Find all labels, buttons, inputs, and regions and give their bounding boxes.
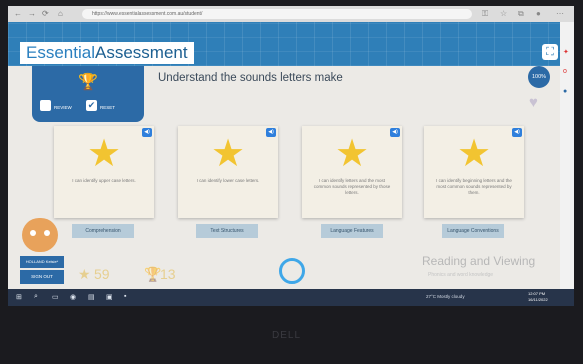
- address-bar[interactable]: https://www.essentialassessment.com.au/s…: [82, 9, 472, 19]
- menu-icon[interactable]: ⋯: [556, 9, 564, 18]
- star-icon: ★: [456, 133, 492, 175]
- logo-text-second: Assessment: [94, 43, 188, 62]
- trophy-icon: 🏆: [78, 74, 98, 91]
- review-label: REVIEW: [54, 105, 72, 110]
- skill-card[interactable]: ◀) ★ I can identify lower case letters.: [178, 126, 278, 218]
- reset-label: RESET: [100, 105, 116, 110]
- star-icon: ★: [210, 133, 246, 175]
- review-checkbox[interactable]: [40, 100, 51, 111]
- strand-tag: Text Structures: [196, 224, 258, 238]
- star-icon: ★: [86, 133, 122, 175]
- home-button[interactable]: ⌂: [58, 9, 63, 18]
- progress-badge: 100%: [528, 66, 550, 88]
- skill-card[interactable]: ◀) ★ I can identify letters and the most…: [302, 126, 402, 218]
- bookmark-star-icon[interactable]: ☆: [500, 9, 507, 18]
- fullscreen-icon[interactable]: ⛶: [542, 44, 558, 60]
- star-count-icon: ★: [78, 266, 91, 282]
- section-title: Reading and Viewing: [422, 254, 536, 268]
- app-header: EssentialAssessment ⛶: [8, 22, 560, 66]
- logo-text-first: Essential: [26, 43, 95, 62]
- strand-tag: Language Features: [321, 224, 383, 238]
- strand-tag: Comprehension: [72, 224, 134, 238]
- trophy-count-icon: 🏆: [144, 266, 162, 282]
- extensions-icon[interactable]: ⧉: [518, 9, 524, 19]
- essential-assessment-logo[interactable]: EssentialAssessment: [20, 42, 194, 64]
- windows-taskbar: ⊞ ⌕ ▭ ◉ ▤ ▣ ▪ 27°C Mostly cloudy 12:07 P…: [8, 289, 574, 306]
- clock-date: 16/11/2022: [528, 297, 548, 302]
- trophy-panel: 🏆 REVIEW ✔ RESET: [32, 66, 144, 122]
- task-view-icon[interactable]: ▭: [52, 293, 59, 301]
- card-description: I can identify letters and the most comm…: [313, 178, 391, 195]
- sign-out-button[interactable]: SIGN OUT: [20, 270, 64, 284]
- card-description: I can identify beginning letters and the…: [436, 178, 512, 195]
- mascot-avatar: [22, 218, 58, 252]
- browser-toolbar: ← → ⟳ ⌂ https://www.essentialassessment.…: [8, 6, 574, 22]
- section-subtitle: Phonics and word knowledge: [428, 272, 494, 278]
- heart-icon[interactable]: ♥: [529, 94, 538, 111]
- loading-ring-icon: [279, 258, 305, 284]
- key-icon[interactable]: ⚿: [482, 9, 488, 19]
- star-icon: ★: [334, 133, 370, 175]
- star-count: 59: [94, 266, 110, 282]
- skill-card[interactable]: ◀) ★ I can identify beginning letters an…: [424, 126, 524, 218]
- browser-sidebar: ✦ o ●: [560, 22, 574, 306]
- dell-logo: DELL: [272, 330, 302, 341]
- card-description: I can identify upper case letters.: [72, 178, 136, 183]
- store-icon[interactable]: ▣: [106, 293, 113, 301]
- user-name-badge: HOLLAND Kelsie*: [20, 256, 64, 268]
- page-title: Understand the sounds letters make: [158, 72, 343, 84]
- trophy-count: 13: [160, 266, 176, 282]
- search-icon[interactable]: ⌕: [34, 293, 38, 301]
- reset-checkbox[interactable]: ✔: [86, 100, 97, 111]
- file-explorer-icon[interactable]: ▤: [88, 293, 95, 301]
- card-description: I can identify lower case letters.: [196, 178, 260, 183]
- windows-start-icon[interactable]: ⊞: [16, 293, 22, 301]
- weather-status[interactable]: 27°C Mostly cloudy: [426, 294, 465, 299]
- laptop-screen: ← → ⟳ ⌂ https://www.essentialassessment.…: [8, 6, 574, 306]
- skill-card[interactable]: ◀) ★ I can identify upper case letters.: [54, 126, 154, 218]
- strand-tag: Language Conventions: [442, 224, 504, 238]
- back-button[interactable]: ←: [14, 9, 22, 18]
- taskbar-clock[interactable]: 12:07 PM 16/11/2022: [528, 291, 548, 303]
- app-icon[interactable]: ▪: [124, 293, 126, 300]
- sidebar-icon-3[interactable]: ●: [563, 88, 567, 95]
- profile-icon[interactable]: ●: [536, 9, 541, 18]
- reload-button[interactable]: ⟳: [42, 9, 49, 18]
- edge-browser-icon[interactable]: ◉: [70, 293, 76, 301]
- sidebar-icon-1[interactable]: ✦: [563, 48, 569, 56]
- sidebar-icon-2[interactable]: o: [563, 68, 567, 75]
- forward-button[interactable]: →: [28, 9, 36, 18]
